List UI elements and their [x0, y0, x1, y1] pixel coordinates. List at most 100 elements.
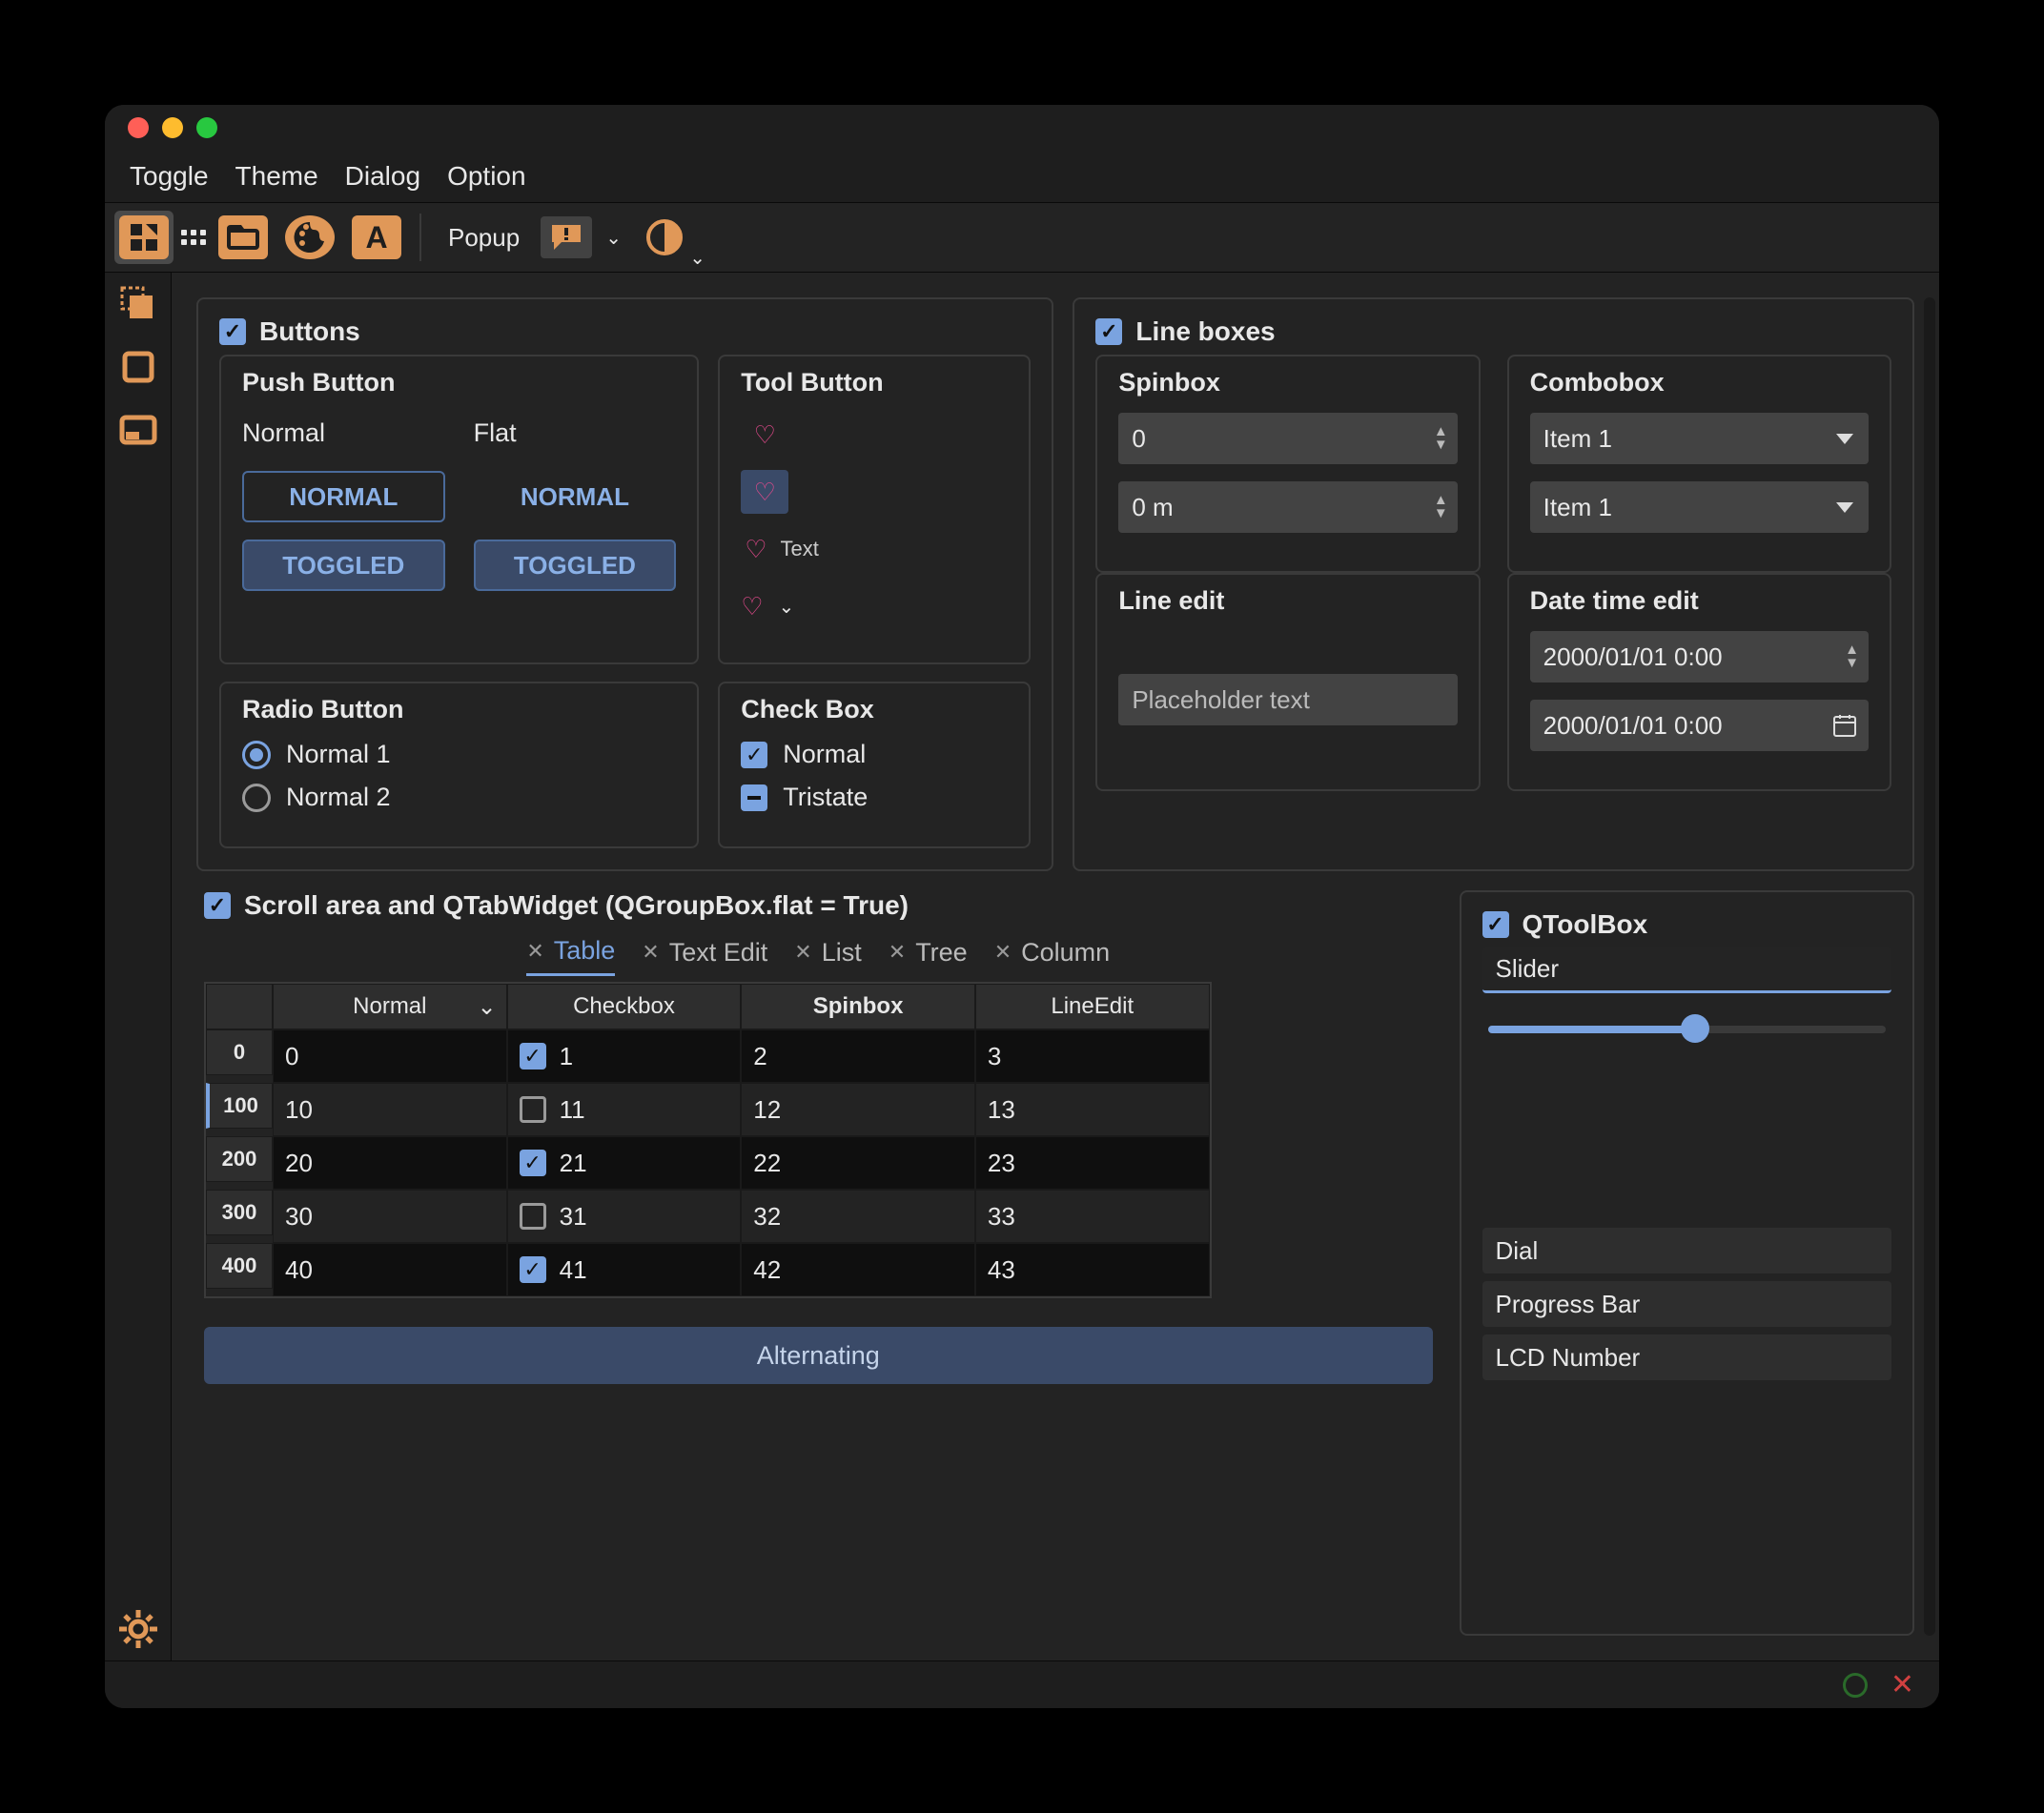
toolbutton-4[interactable]: ♡ [741, 584, 763, 628]
menu-dialog[interactable]: Dialog [336, 157, 430, 195]
cell-lineedit[interactable]: 23 [975, 1136, 1210, 1190]
datetime-1[interactable]: 2000/01/01 0:00▲▼ [1530, 631, 1869, 682]
toolbar-grip[interactable] [181, 230, 206, 245]
toolbutton-2[interactable]: ♡ [741, 470, 788, 514]
pushbutton-toggled-flat[interactable]: TOGGLED [474, 540, 677, 591]
tab-close-icon[interactable]: ✕ [794, 940, 811, 965]
status-close-icon[interactable]: ✕ [1891, 1668, 1914, 1701]
group-toolbox-checkbox[interactable]: ✓ [1482, 911, 1509, 938]
cell-normal[interactable]: 10 [273, 1083, 507, 1136]
row-header[interactable]: 100 [206, 1083, 273, 1129]
cell-spinbox[interactable]: 42 [741, 1243, 975, 1296]
slider[interactable] [1488, 1026, 1887, 1033]
menu-toggle[interactable]: Toggle [120, 157, 218, 195]
th-normal[interactable]: Normal⌄ [273, 984, 507, 1029]
slider-thumb[interactable] [1681, 1014, 1709, 1043]
group-lineboxes-checkbox[interactable]: ✓ [1095, 318, 1122, 345]
pushbutton-normal-flat[interactable]: NORMAL [474, 471, 677, 522]
cell-spinbox[interactable]: 32 [741, 1190, 975, 1243]
tab-textedit[interactable]: ✕Text Edit [642, 936, 767, 976]
tab-list[interactable]: ✕List [794, 936, 861, 976]
table-row[interactable]: 200 20 ✓21 22 23 [206, 1136, 1210, 1190]
popup-button[interactable] [541, 216, 592, 258]
traffic-light-zoom[interactable] [196, 117, 217, 138]
cell-normal[interactable]: 20 [273, 1136, 507, 1190]
radio-normal-2[interactable]: Normal 2 [242, 783, 676, 812]
cell-normal[interactable]: 30 [273, 1190, 507, 1243]
alternating-button[interactable]: Alternating [204, 1327, 1433, 1384]
cell-lineedit[interactable]: 13 [975, 1083, 1210, 1136]
table-row[interactable]: 0 0 ✓1 2 3 [206, 1029, 1210, 1083]
toolbar-contrast-button[interactable]: ⌄ [635, 211, 694, 264]
cell-spinbox[interactable]: 2 [741, 1029, 975, 1083]
tab-close-icon[interactable]: ✕ [642, 940, 659, 965]
checkbox-normal[interactable]: ✓Normal [741, 740, 1008, 769]
table-row[interactable]: 100 10 11 12 13 [206, 1083, 1210, 1136]
traffic-light-minimize[interactable] [162, 117, 183, 138]
toolbutton-1[interactable]: ♡ [741, 413, 788, 457]
spinbox-2[interactable]: 0 m▲▼ [1118, 481, 1457, 533]
menu-option[interactable]: Option [438, 157, 536, 195]
scrollbar[interactable] [1924, 297, 1935, 1636]
th-spinbox[interactable]: Spinbox [741, 984, 975, 1029]
popup-chevron[interactable]: ⌄ [600, 226, 627, 250]
th-checkbox[interactable]: Checkbox [507, 984, 742, 1029]
toolbar-font-button[interactable]: A [347, 211, 406, 264]
group-scroll-checkbox[interactable]: ✓ [204, 892, 231, 919]
cell-checkbox[interactable]: 11 [507, 1083, 742, 1136]
lineedit-input[interactable]: Placeholder text [1118, 674, 1457, 725]
cell-normal[interactable]: 40 [273, 1243, 507, 1296]
pushbutton-toggled-1[interactable]: TOGGLED [242, 540, 445, 591]
spin-arrows-icon[interactable]: ▲▼ [1434, 494, 1448, 520]
combobox-1[interactable]: Item 1 [1530, 413, 1869, 464]
spin-arrows-icon[interactable]: ▲▼ [1434, 425, 1448, 452]
menu-theme[interactable]: Theme [226, 157, 328, 195]
table-row[interactable]: 400 40 ✓41 42 43 [206, 1243, 1210, 1296]
table-row[interactable]: 300 30 31 32 33 [206, 1190, 1210, 1243]
toolbutton-menu-chevron[interactable]: ⌄ [773, 595, 801, 619]
tab-close-icon[interactable]: ✕ [889, 940, 906, 965]
toolbox-progressbar[interactable]: Progress Bar [1482, 1281, 1892, 1327]
cell-spinbox[interactable]: 12 [741, 1083, 975, 1136]
pushbutton-normal-1[interactable]: NORMAL [242, 471, 445, 522]
tab-column[interactable]: ✕Column [994, 936, 1110, 976]
row-header[interactable]: 300 [206, 1190, 273, 1235]
combobox-2[interactable]: Item 1 [1530, 481, 1869, 533]
tab-table[interactable]: ✕Table [526, 936, 615, 976]
radio-normal-1[interactable]: Normal 1 [242, 740, 676, 769]
toolbox-dial[interactable]: Dial [1482, 1228, 1892, 1273]
tab-tree[interactable]: ✕Tree [889, 936, 968, 976]
sidebar-panel-icon[interactable] [112, 404, 164, 456]
sidebar-settings-icon[interactable] [112, 1603, 164, 1655]
cell-checkbox[interactable]: ✓21 [507, 1136, 742, 1190]
checkbox-tristate[interactable]: Tristate [741, 783, 1008, 812]
cell-checkbox[interactable]: 31 [507, 1190, 742, 1243]
cell-spinbox[interactable]: 22 [741, 1136, 975, 1190]
cell-lineedit[interactable]: 3 [975, 1029, 1210, 1083]
tab-close-icon[interactable]: ✕ [526, 939, 543, 964]
toolbar-dashboard-button[interactable] [114, 211, 174, 264]
toolbox-lcdnumber[interactable]: LCD Number [1482, 1334, 1892, 1380]
status-ok-icon[interactable] [1843, 1673, 1868, 1698]
cell-lineedit[interactable]: 43 [975, 1243, 1210, 1296]
row-header[interactable]: 200 [206, 1136, 273, 1182]
tab-close-icon[interactable]: ✕ [994, 940, 1012, 965]
cell-lineedit[interactable]: 33 [975, 1190, 1210, 1243]
cell-normal[interactable]: 0 [273, 1029, 507, 1083]
sidebar-square-icon[interactable] [112, 341, 164, 393]
toolbar-palette-button[interactable] [280, 211, 339, 264]
cell-checkbox[interactable]: ✓1 [507, 1029, 742, 1083]
row-header[interactable]: 400 [206, 1243, 273, 1289]
contrast-chevron[interactable]: ⌄ [684, 246, 711, 270]
datetime-2[interactable]: 2000/01/01 0:00 [1530, 700, 1869, 751]
toolbar-folder-button[interactable] [214, 211, 273, 264]
th-lineedit[interactable]: LineEdit [975, 984, 1210, 1029]
toolbutton-3[interactable]: ♡ [741, 527, 770, 571]
group-buttons-checkbox[interactable]: ✓ [219, 318, 246, 345]
spinbox-1[interactable]: 0▲▼ [1118, 413, 1457, 464]
cell-checkbox[interactable]: ✓41 [507, 1243, 742, 1296]
traffic-light-close[interactable] [128, 117, 149, 138]
sidebar-select-icon[interactable] [112, 278, 164, 330]
toolbox-slider[interactable]: Slider [1482, 947, 1892, 993]
spin-arrows-icon[interactable]: ▲▼ [1845, 643, 1859, 670]
